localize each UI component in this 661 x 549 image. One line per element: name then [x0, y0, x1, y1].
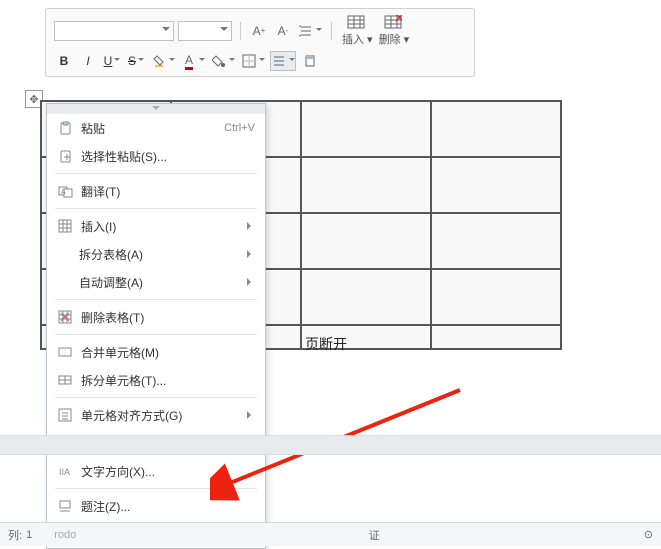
font-size-combo[interactable] — [178, 21, 232, 41]
menu-label: 文字方向(X)... — [81, 463, 255, 480]
borders-button[interactable] — [240, 51, 266, 71]
menu-label: 合并单元格(M) — [81, 344, 255, 361]
line-spacing-icon — [298, 23, 314, 39]
borders-icon — [241, 53, 257, 69]
status-col-label: 列: — [8, 527, 22, 543]
align-icon — [271, 53, 287, 69]
menu-merge-cells[interactable]: 合并单元格(M) — [47, 338, 265, 366]
svg-text:A: A — [61, 189, 66, 196]
orientation-icon — [302, 53, 318, 69]
menu-label: 单元格对齐方式(G) — [81, 407, 241, 424]
menu-label: 翻译(T) — [81, 183, 255, 200]
chevron-up-icon — [152, 106, 160, 110]
svg-text:IIA: IIA — [59, 467, 70, 477]
menu-label: 自动调整(A) — [79, 274, 241, 291]
insert-icon — [55, 217, 75, 235]
menu-translate[interactable]: A 翻译(T) — [47, 177, 265, 205]
menu-caption[interactable]: 题注(Z)... — [47, 492, 265, 520]
menu-label: 拆分单元格(T)... — [81, 372, 255, 389]
page-break-text: 页断开 — [305, 334, 347, 354]
orientation-button[interactable] — [300, 51, 320, 71]
line-spacing-button[interactable] — [297, 21, 323, 41]
status-col-value: 1 — [26, 529, 32, 541]
menu-delete-table[interactable]: 删除表格(T) — [47, 303, 265, 331]
menu-label: 题注(Z)... — [81, 498, 255, 515]
delete-icon — [55, 308, 75, 326]
text-direction-icon: IIA — [55, 462, 75, 480]
menu-label: 粘贴 — [81, 120, 224, 137]
menu-label: 插入(I) — [81, 218, 241, 235]
merge-cells-icon — [55, 343, 75, 361]
shading-button[interactable] — [210, 51, 236, 71]
menu-insert[interactable]: 插入(I) — [47, 212, 265, 240]
menu-autofit[interactable]: 自动调整(A) — [47, 268, 265, 296]
shrink-font-button[interactable]: A- — [273, 21, 293, 41]
highlight-icon — [151, 53, 167, 69]
menu-split-table[interactable]: 拆分表格(A) — [47, 240, 265, 268]
menu-split-cells[interactable]: 拆分单元格(T)... — [47, 366, 265, 394]
menu-paste[interactable]: 粘贴 Ctrl+V — [47, 114, 265, 142]
italic-button[interactable]: I — [78, 51, 98, 71]
formatting-toolbar: A+ A- 插入 ▾ 删除 ▾ B I U S A — [45, 8, 475, 77]
highlight-button[interactable] — [150, 51, 176, 71]
font-color-icon: A — [181, 53, 197, 69]
font-name-combo[interactable] — [54, 21, 174, 41]
paste-icon — [55, 119, 75, 137]
translate-icon: A — [55, 182, 75, 200]
menu-label: 选择性粘贴(S)... — [81, 148, 255, 165]
strike-button[interactable]: S — [126, 51, 146, 71]
align-button[interactable] — [270, 51, 296, 71]
page-gap — [0, 435, 661, 455]
delete-dropdown[interactable]: 删除 ▾ — [377, 14, 410, 47]
grow-font-button[interactable]: A+ — [249, 21, 269, 41]
cell-align-icon — [55, 406, 75, 424]
insert-table-icon — [346, 14, 366, 30]
menu-grip[interactable] — [47, 104, 265, 114]
underline-button[interactable]: U — [102, 51, 122, 71]
status-right-icon: ⊙ — [644, 528, 653, 541]
menu-label: 拆分表格(A) — [79, 246, 241, 263]
table-context-menu: 粘贴 Ctrl+V 选择性粘贴(S)... A 翻译(T) 插入(I) 拆分表格… — [46, 103, 266, 549]
menu-label: 删除表格(T) — [81, 309, 255, 326]
bold-button[interactable]: B — [54, 51, 74, 71]
font-color-button[interactable]: A — [180, 51, 206, 71]
menu-text-direction[interactable]: IIA 文字方向(X)... — [47, 457, 265, 485]
shading-icon — [211, 53, 227, 69]
menu-cell-align[interactable]: 单元格对齐方式(G) — [47, 401, 265, 429]
status-bar: 列: 1 rodo 证 ⊙ — [0, 522, 661, 546]
menu-paste-special[interactable]: 选择性粘贴(S)... — [47, 142, 265, 170]
menu-shortcut: Ctrl+V — [224, 122, 255, 134]
split-cells-icon — [55, 371, 75, 389]
paste-special-icon — [55, 147, 75, 165]
insert-dropdown[interactable]: 插入 ▾ — [340, 14, 373, 47]
status-segment: rodo — [54, 529, 76, 541]
status-right-text: 证 — [369, 527, 380, 543]
caption-icon — [55, 497, 75, 515]
delete-table-icon — [383, 14, 403, 30]
